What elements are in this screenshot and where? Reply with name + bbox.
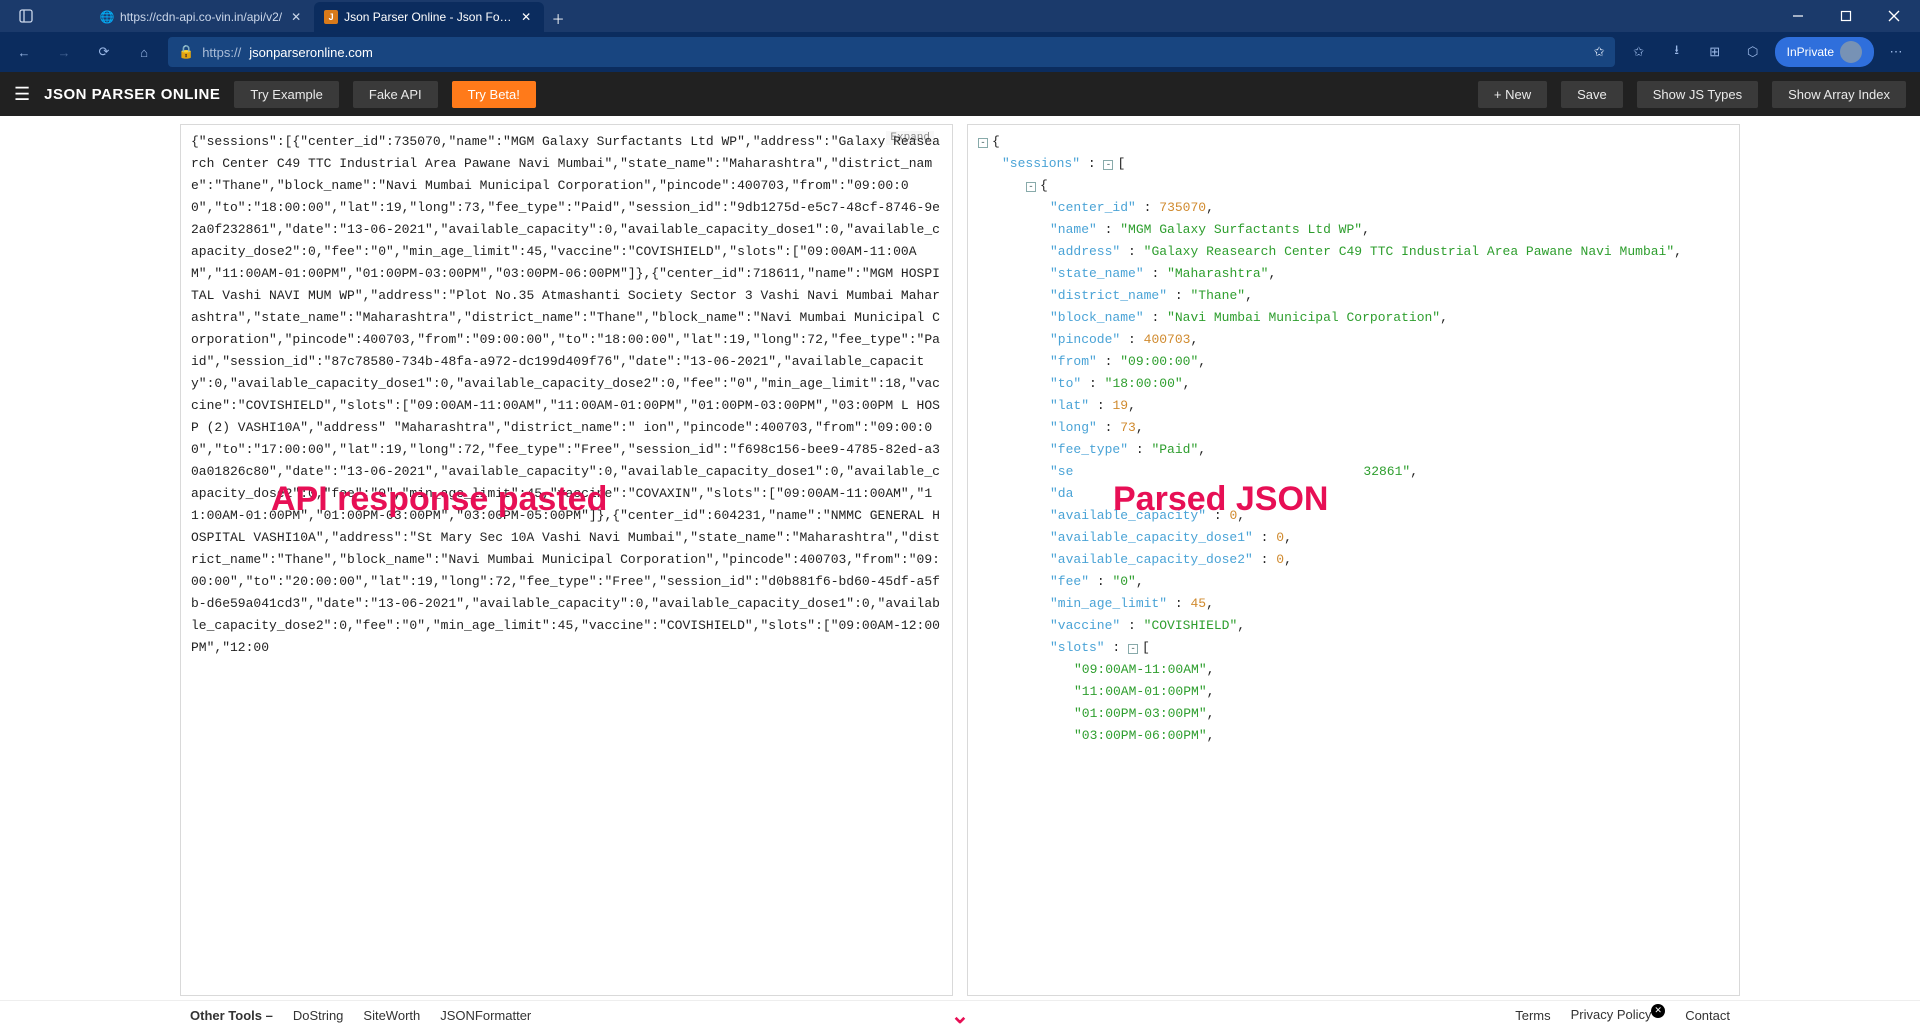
inprivate-badge[interactable]: InPrivate [1775,37,1874,67]
site-favicon-icon: J [324,10,338,24]
save-button[interactable]: Save [1561,81,1623,108]
raw-json-pane[interactable]: Expand {"sessions":[{"center_id":735070,… [180,124,953,996]
refresh-icon[interactable]: ⟳ [88,36,120,68]
extensions-icon[interactable]: ⬡ [1737,36,1769,68]
parsed-json-tree[interactable]: -{"sessions" : -[-{"center_id" : 735070,… [968,125,1739,995]
url-host: jsonparseronline.com [249,45,373,60]
footer-link-jsonformatter[interactable]: JSONFormatter [440,1008,531,1023]
chevron-down-icon[interactable]: ⌄ [951,1003,969,1029]
globe-icon: 🌐 [100,10,114,24]
home-icon[interactable]: ⌂ [128,36,160,68]
workspace: Expand {"sessions":[{"center_id":735070,… [0,116,1920,1000]
footer-label: Other Tools – [190,1008,273,1023]
footer-link-dostring[interactable]: DoString [293,1008,344,1023]
footer-link-privacy[interactable]: Privacy Policy [1571,1007,1652,1022]
url-prefix: https:// [202,45,241,60]
try-beta-button[interactable]: Try Beta! [452,81,536,108]
minimize-icon[interactable] [1776,1,1820,31]
window-titlebar: 🌐 https://cdn-api.co-vin.in/api/v2/ ✕ J … [0,0,1920,32]
more-icon[interactable]: ⋯ [1880,36,1912,68]
downloads-icon[interactable]: ⭳ [1661,36,1693,68]
forward-icon[interactable]: → [48,36,80,68]
new-button[interactable]: + New [1478,81,1547,108]
tab-strip: 🌐 https://cdn-api.co-vin.in/api/v2/ ✕ J … [54,0,572,32]
close-icon[interactable]: ✕ [288,10,304,24]
show-js-types-button[interactable]: Show JS Types [1637,81,1758,108]
close-window-icon[interactable] [1872,1,1916,31]
address-bar: ← → ⟳ ⌂ 🔒 https:// jsonparseronline.com ✩… [0,32,1920,72]
tab-title: Json Parser Online - Json Format [344,10,512,24]
favorites-icon[interactable]: ✩ [1623,36,1655,68]
reader-icon[interactable]: ✩ [1594,44,1605,60]
back-icon[interactable]: ← [8,36,40,68]
browser-tab-2[interactable]: J Json Parser Online - Json Format ✕ [314,2,544,32]
close-badge-icon[interactable]: ✕ [1651,1004,1665,1018]
tab-title: https://cdn-api.co-vin.in/api/v2/ [120,10,282,24]
footer: Other Tools – DoString SiteWorth JSONFor… [0,1000,1920,1030]
tab-actions-icon[interactable] [4,1,48,31]
avatar-icon [1840,41,1862,63]
maximize-icon[interactable] [1824,1,1868,31]
footer-link-terms[interactable]: Terms [1515,1008,1550,1023]
footer-link-siteworth[interactable]: SiteWorth [363,1008,420,1023]
menu-icon[interactable]: ☰ [14,84,30,105]
raw-json-text[interactable]: {"sessions":[{"center_id":735070,"name":… [181,125,952,995]
fake-api-button[interactable]: Fake API [353,81,438,108]
url-input[interactable]: 🔒 https:// jsonparseronline.com ✩ [168,37,1615,67]
show-array-index-button[interactable]: Show Array Index [1772,81,1906,108]
footer-link-contact[interactable]: Contact [1685,1008,1730,1023]
try-example-button[interactable]: Try Example [234,81,338,108]
browser-tab-1[interactable]: 🌐 https://cdn-api.co-vin.in/api/v2/ ✕ [90,2,314,32]
app-toolbar: ☰ JSON PARSER ONLINE Try Example Fake AP… [0,72,1920,116]
close-icon[interactable]: ✕ [518,10,534,24]
collections-icon[interactable]: ⊞ [1699,36,1731,68]
app-brand: JSON PARSER ONLINE [44,86,220,103]
new-tab-button[interactable]: ＋ [544,4,572,32]
lock-icon: 🔒 [178,44,194,60]
parsed-json-pane[interactable]: -{"sessions" : -[-{"center_id" : 735070,… [967,124,1740,996]
